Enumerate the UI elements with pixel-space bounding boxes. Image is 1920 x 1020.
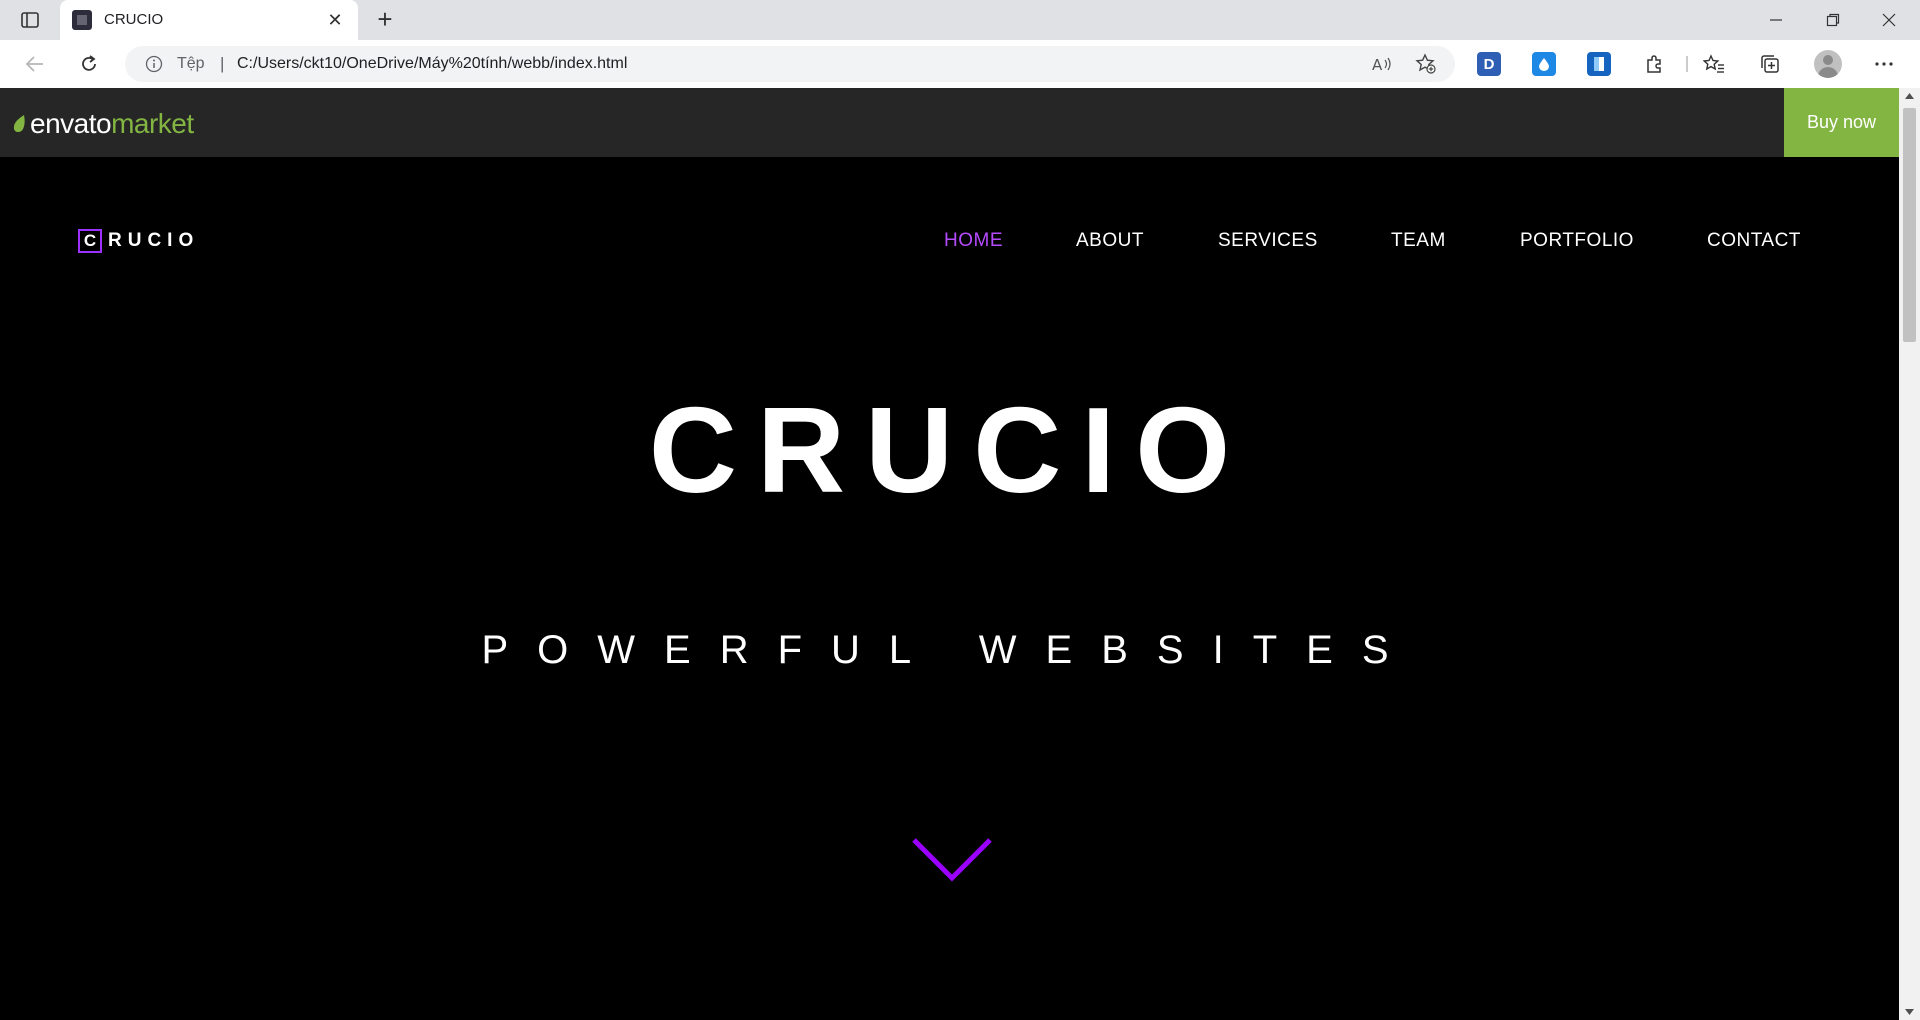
address-bar[interactable]: Tệp | C:/Users/ckt10/OneDrive/Máy%20tính… [125,46,1455,82]
scrollbar-thumb[interactable] [1903,108,1916,342]
nav-about[interactable]: ABOUT [1076,230,1144,252]
profile-avatar[interactable] [1814,50,1842,78]
close-window-button[interactable] [1866,6,1912,34]
buy-now-button[interactable]: Buy now [1784,88,1899,157]
toolbar-divider [1686,56,1688,72]
extension-bookmark-icon[interactable] [1587,52,1611,76]
tab-favicon-icon [72,10,92,30]
main-nav: HOME ABOUT SERVICES TEAM PORTFOLIO CONTA… [0,230,1899,254]
new-tab-button[interactable]: + [370,6,400,34]
hero-title: CRUCIO [648,382,1251,518]
scroll-down-arrow-icon[interactable] [1899,1004,1920,1020]
minimize-button[interactable] [1753,6,1799,34]
svg-text:A: A [1372,56,1383,73]
nav-services[interactable]: SERVICES [1218,230,1318,252]
envato-logo-word: envato [30,108,112,139]
browser-toolbar: Tệp | C:/Users/ckt10/OneDrive/Máy%20tính… [0,40,1920,88]
add-favorite-icon[interactable] [1414,53,1438,75]
read-aloud-icon[interactable]: A [1371,53,1395,75]
info-icon[interactable] [145,55,163,73]
market-logo-word: market [111,108,194,139]
tab-actions-icon[interactable] [16,8,44,32]
browser-tab[interactable]: CRUCIO ✕ [60,0,358,40]
address-separator: | [220,54,225,73]
extensions-puzzle-icon[interactable] [1640,50,1668,78]
back-icon[interactable] [18,48,52,80]
nav-home[interactable]: HOME [944,230,1003,252]
hero-subtitle: POWERFUL WEBSITES [481,628,1418,672]
scroll-up-arrow-icon[interactable] [1899,88,1920,104]
address-url[interactable]: C:/Users/ckt10/OneDrive/Máy%20tính/webb/… [237,55,627,73]
page-scrollbar[interactable] [1899,88,1920,1020]
reload-icon[interactable] [72,48,106,80]
extension-drop-icon[interactable] [1532,52,1556,76]
envato-leaf-icon [13,115,25,132]
tab-close-icon[interactable]: ✕ [324,9,346,31]
favorites-icon[interactable] [1700,50,1728,78]
collections-icon[interactable] [1756,50,1784,78]
nav-portfolio[interactable]: PORTFOLIO [1520,230,1634,252]
nav-team[interactable]: TEAM [1391,230,1446,252]
more-options-icon[interactable] [1870,50,1898,78]
address-scheme-label: Tệp [177,55,205,72]
browser-tab-bar: CRUCIO ✕ + [0,0,1920,40]
envato-market-logo[interactable]: envato market [12,108,194,140]
tab-title: CRUCIO [104,11,164,28]
extension-d-icon[interactable]: D [1477,52,1501,76]
restore-button[interactable] [1810,6,1856,34]
envato-market-bar: envato market Buy now [0,88,1899,157]
chevron-down-icon[interactable] [912,836,992,884]
nav-contact[interactable]: CONTACT [1707,230,1801,252]
